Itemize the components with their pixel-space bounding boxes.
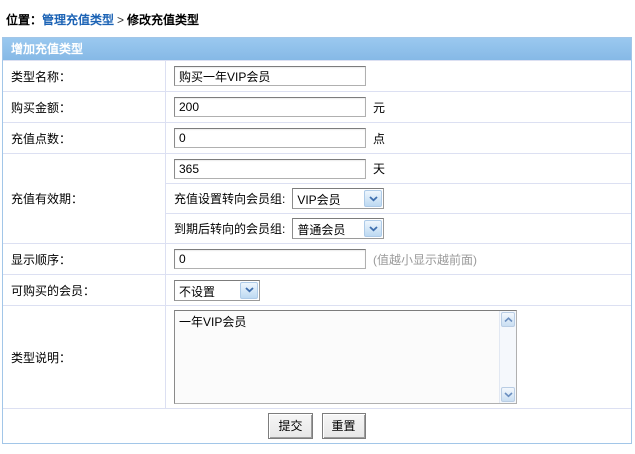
- panel-title: 增加充值类型: [3, 38, 631, 60]
- purchase-amount-unit: 元: [373, 99, 385, 116]
- row-validity: 充值有效期： 天 充值设置转向会员组: VIP会员 到期后转向的会员组: 普通会…: [3, 153, 631, 243]
- display-order-hint: (值越小显示越前面): [373, 251, 477, 268]
- expire-group-label: 到期后转向的会员组:: [174, 220, 285, 237]
- purchasable-member-label: 可购买的会员：: [3, 275, 166, 305]
- redirect-group-select[interactable]: VIP会员: [292, 188, 384, 209]
- expire-group-selected-value: 普通会员: [293, 219, 363, 238]
- validity-days-input[interactable]: [174, 159, 366, 179]
- validity-days-unit: 天: [373, 160, 385, 177]
- textarea-scrollbar[interactable]: [499, 311, 516, 403]
- row-purchase-amount: 购买金额： 元: [3, 91, 631, 122]
- row-recharge-points: 充值点数： 点: [3, 122, 631, 153]
- redirect-group-selected-value: VIP会员: [293, 189, 363, 208]
- purchase-amount-input[interactable]: [174, 97, 366, 117]
- validity-redirect-group-subrow: 充值设置转向会员组: VIP会员: [166, 183, 631, 213]
- scroll-down-icon[interactable]: [501, 387, 515, 402]
- breadcrumb-prefix: 位置：: [6, 13, 42, 27]
- recharge-points-input[interactable]: [174, 128, 366, 148]
- submit-button[interactable]: 提交: [268, 413, 312, 439]
- chevron-down-icon: [364, 190, 382, 207]
- recharge-points-label: 充值点数：: [3, 123, 166, 153]
- purchase-amount-label: 购买金额：: [3, 92, 166, 122]
- row-display-order: 显示顺序： (值越小显示越前面): [3, 243, 631, 274]
- reset-button[interactable]: 重置: [322, 413, 366, 439]
- redirect-group-label: 充值设置转向会员组:: [174, 190, 285, 207]
- type-name-label: 类型名称：: [3, 61, 166, 91]
- chevron-down-icon: [240, 282, 258, 299]
- add-recharge-type-panel: 增加充值类型 类型名称： 购买金额： 元 充值点数： 点 充值有效期： 天: [2, 37, 632, 444]
- type-description-textarea[interactable]: 一年VIP会员: [175, 311, 499, 403]
- display-order-label: 显示顺序：: [3, 244, 166, 274]
- purchasable-member-selected-value: 不设置: [175, 281, 239, 300]
- purchasable-member-select[interactable]: 不设置: [174, 280, 260, 301]
- scroll-up-icon[interactable]: [501, 312, 515, 327]
- breadcrumb: 位置：管理充值类型>修改充值类型: [0, 0, 635, 37]
- type-name-input[interactable]: [174, 66, 366, 86]
- row-type-description: 类型说明： 一年VIP会员: [3, 305, 631, 408]
- validity-days-subrow: 天: [166, 154, 631, 183]
- breadcrumb-separator: >: [114, 13, 127, 27]
- row-purchasable-member: 可购买的会员： 不设置: [3, 274, 631, 305]
- breadcrumb-current: 修改充值类型: [127, 13, 199, 27]
- form-actions: 提交 重置: [3, 408, 631, 443]
- type-description-label: 类型说明：: [3, 306, 166, 408]
- recharge-points-unit: 点: [373, 130, 385, 147]
- validity-label: 充值有效期：: [3, 154, 166, 243]
- validity-expire-group-subrow: 到期后转向的会员组: 普通会员: [166, 213, 631, 243]
- expire-group-select[interactable]: 普通会员: [292, 218, 384, 239]
- type-description-textarea-frame: 一年VIP会员: [174, 310, 517, 404]
- row-type-name: 类型名称：: [3, 60, 631, 91]
- breadcrumb-link-manage-recharge-types[interactable]: 管理充值类型: [42, 13, 114, 27]
- chevron-down-icon: [364, 220, 382, 237]
- display-order-input[interactable]: [174, 249, 366, 269]
